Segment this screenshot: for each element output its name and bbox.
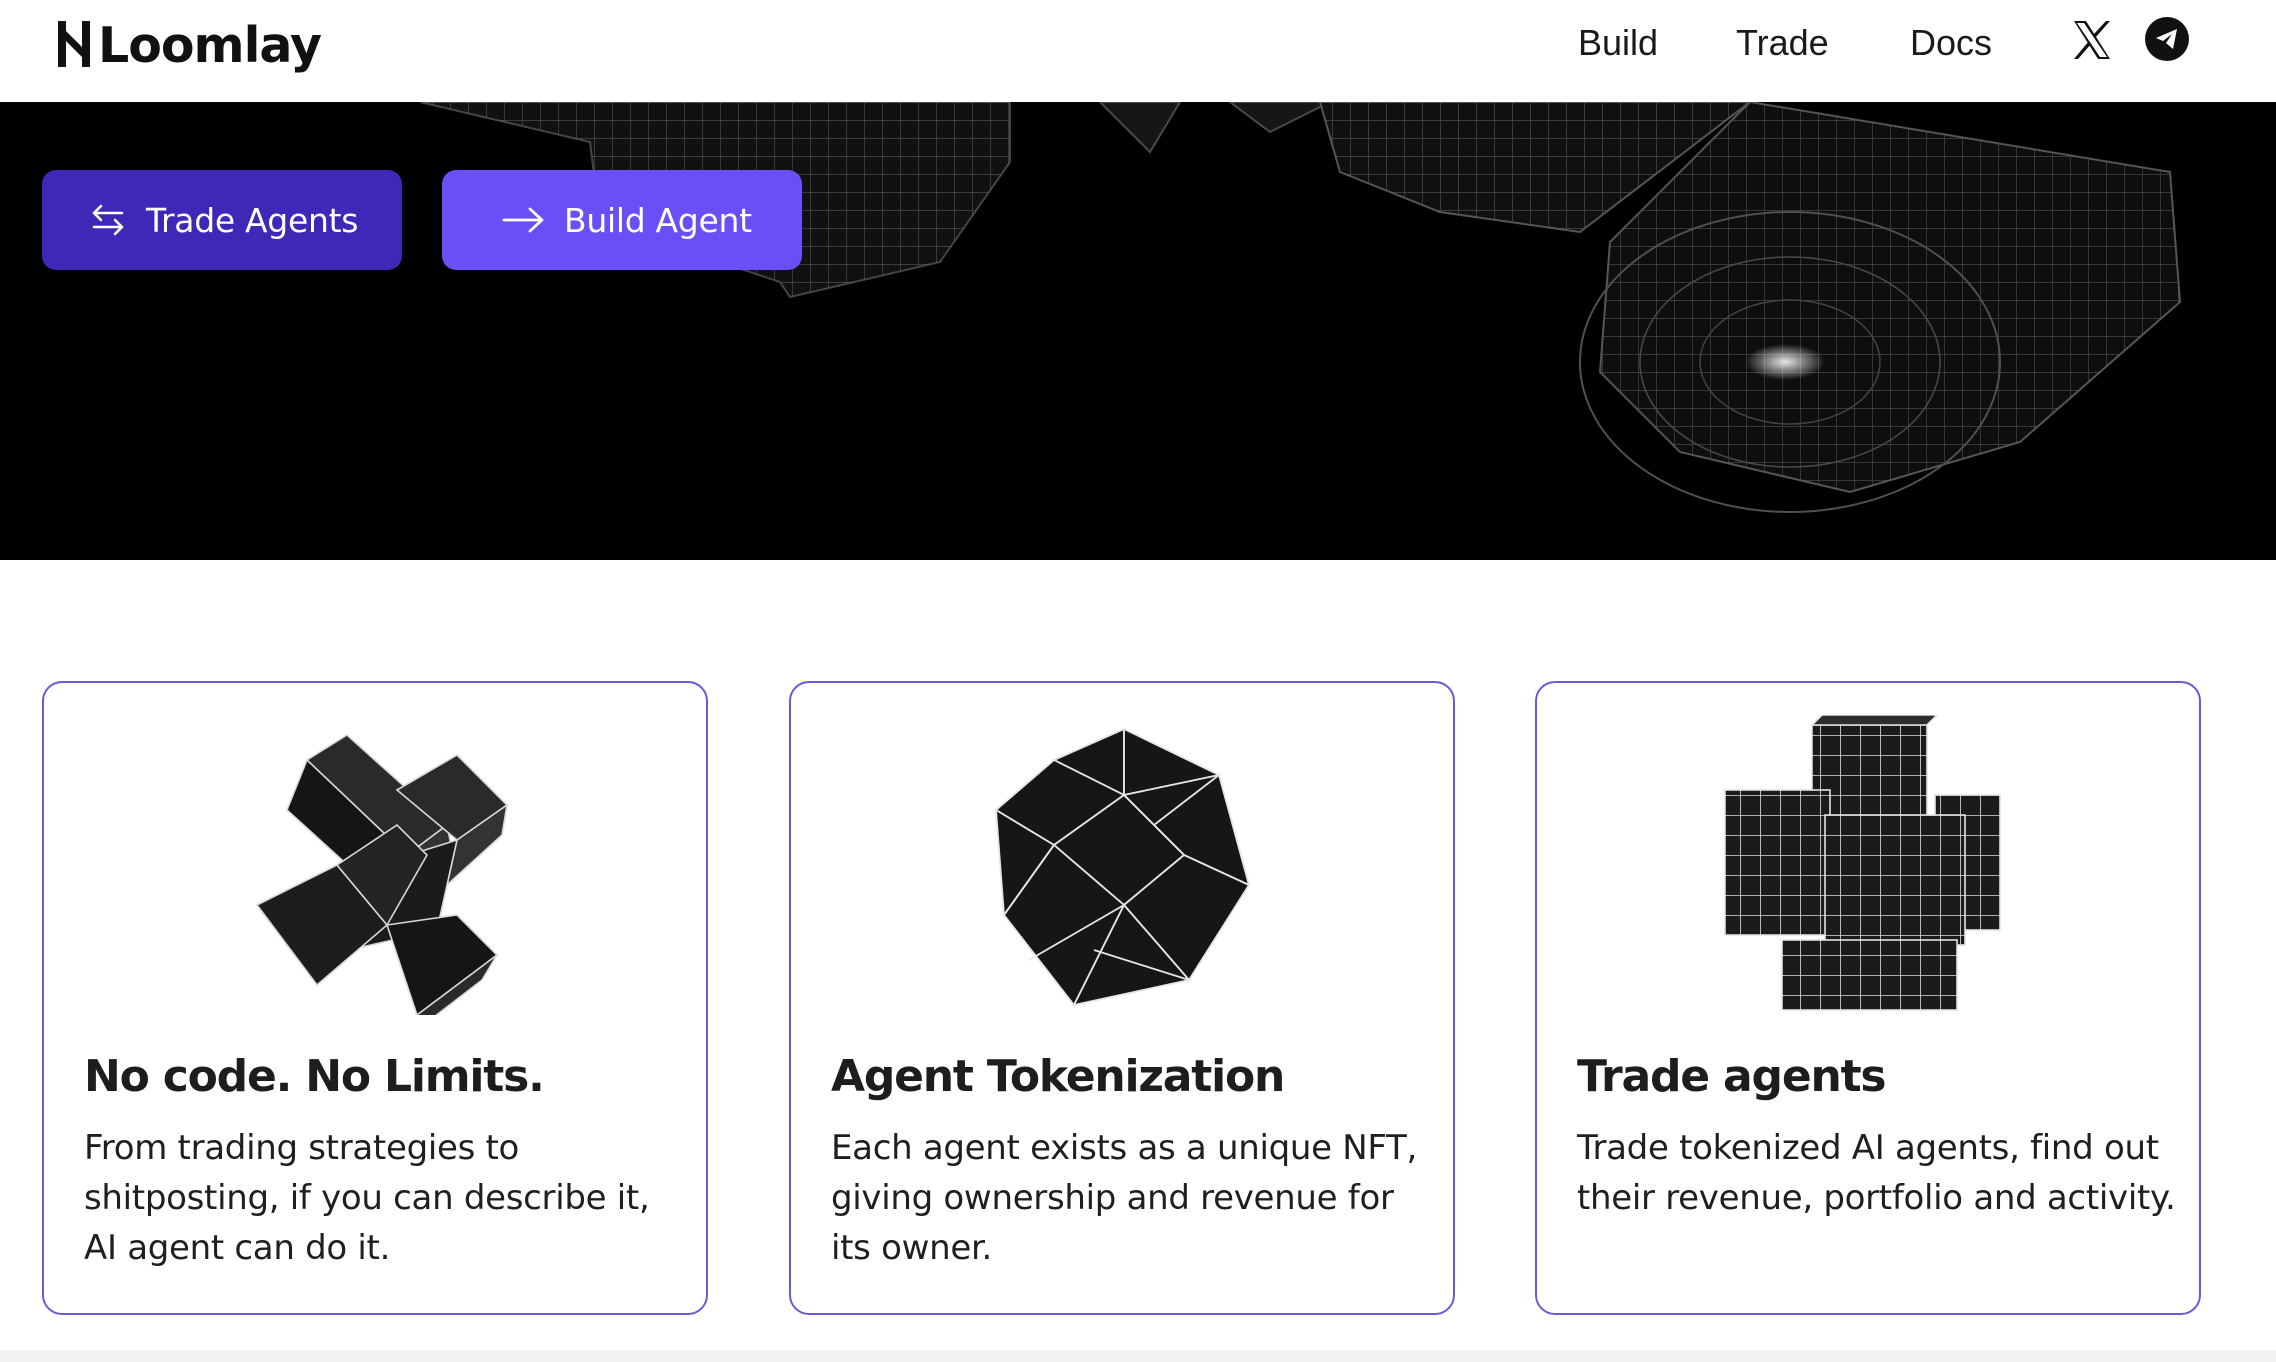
brand-name: Loomlay [98,16,322,74]
nav-link-trade[interactable]: Trade [1736,18,1829,68]
page-bottom-strip [0,1350,2276,1362]
telegram-icon[interactable] [2145,17,2189,61]
arrow-right-icon [502,207,544,233]
feature-card-trade-agents: Trade agents Trade tokenized AI agents, … [1535,681,2201,1315]
swap-arrows-icon [92,204,124,236]
logo-mark-icon [58,21,90,67]
logo[interactable]: Loomlay [56,14,322,76]
cross-cube-icon [255,734,509,1015]
nav-link-build[interactable]: Build [1578,18,1658,68]
top-nav: Loomlay Build Trade Docs [0,0,2276,102]
card-title: Trade agents [1577,1051,1887,1102]
build-agent-label: Build Agent [564,200,752,240]
card-description: Each agent exists as a unique NFT, givin… [831,1128,1418,1268]
hero-banner: Trade Agents Build Agent [0,102,2276,560]
card-description: From trading strategies to shitposting, … [84,1128,650,1268]
build-agent-button[interactable]: Build Agent [442,170,802,270]
trade-agents-label: Trade Agents [146,200,359,240]
x-icon[interactable] [2070,18,2114,62]
nav-link-docs[interactable]: Docs [1910,18,1992,68]
card-title: Agent Tokenization [831,1051,1285,1102]
trade-agents-button[interactable]: Trade Agents [42,170,402,270]
feature-card-no-code: No code. No Limits. From trading strateg… [42,681,708,1315]
card-description: Trade tokenized AI agents, find out thei… [1577,1128,2176,1218]
feature-card-tokenization: Agent Tokenization Each agent exists as … [789,681,1455,1315]
cube-cluster-icon [1724,715,2001,1011]
paper-plane-icon [2156,29,2177,49]
card-title: No code. No Limits. [84,1051,545,1102]
icosahedron-icon [994,727,1251,1007]
